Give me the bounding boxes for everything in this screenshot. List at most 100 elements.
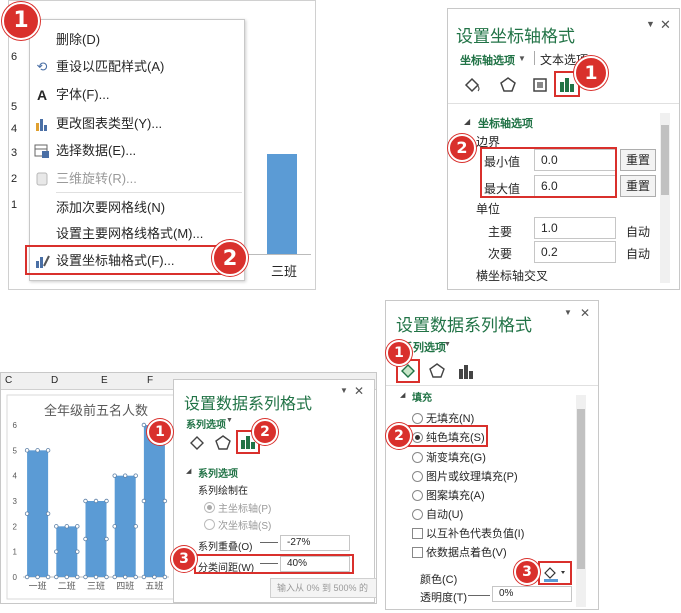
section-series-options[interactable]: 系列选项 [198, 465, 238, 480]
menu-item-delete[interactable]: 删除(D) [56, 28, 100, 52]
close-icon[interactable]: ✕ [354, 384, 364, 398]
no-fill-label: 无填充(N) [426, 413, 475, 425]
tab-series-options-dropdown[interactable]: ▼ [226, 417, 233, 424]
overlap-slider[interactable] [260, 542, 278, 543]
effects-icon[interactable] [428, 362, 446, 383]
selection-handle [24, 511, 30, 516]
minor-label: 次要 [488, 247, 513, 261]
menu-item-add-minor-gridlines[interactable]: 添加次要网格线(N) [56, 196, 165, 220]
pane-title: 设置数据系列格式 [396, 316, 532, 335]
fill-line-icon[interactable] [462, 75, 482, 98]
size-properties-icon[interactable] [530, 75, 550, 98]
primary-axis-label: 主坐标轴(P) [218, 504, 272, 515]
column-header[interactable]: C [5, 375, 12, 386]
auto-fill-radio[interactable] [412, 509, 423, 520]
gradient-fill-radio[interactable] [412, 452, 423, 463]
column-header[interactable]: E [101, 375, 108, 386]
min-reset-button[interactable]: 重置 [620, 149, 656, 171]
step-badge-2: 2 [212, 240, 248, 276]
menu-item-change-chart-type[interactable]: 更改图表类型(Y)... [36, 112, 162, 136]
pane-menu-dropdown[interactable]: ▼ [646, 19, 655, 29]
vary-colors-checkbox[interactable] [412, 547, 423, 558]
section-fill[interactable]: 填充 [412, 389, 432, 404]
pane-menu-dropdown[interactable]: ▼ [340, 386, 348, 395]
tab-axis-options-dropdown[interactable]: ▼ [518, 54, 526, 63]
menu-item-select-data[interactable]: 选择数据(E)... [34, 139, 136, 163]
pane-scrollbar[interactable] [660, 113, 670, 283]
menu-item-format-major-gridlines[interactable]: 设置主要网格线格式(M)... [56, 222, 203, 246]
pane-title: 设置坐标轴格式 [456, 27, 575, 46]
selection-handle [64, 524, 69, 529]
pane-menu-dropdown[interactable]: ▼ [564, 308, 572, 317]
collapse-icon[interactable]: ◢ [400, 391, 405, 399]
invert-negative-label: 以互补色代表负值(I) [426, 528, 525, 540]
selection-handle [141, 422, 147, 428]
pane-divider [448, 103, 679, 104]
pattern-fill-radio[interactable] [412, 490, 423, 501]
color-picker-button[interactable] [542, 564, 568, 582]
selection-handle [45, 574, 51, 580]
collapse-icon[interactable]: ◢ [464, 117, 470, 126]
effects-icon[interactable] [498, 75, 518, 98]
x-tick-label: 二班 [58, 580, 76, 591]
gap-width-tooltip: 输入从 0% 到 500% 的 [270, 578, 376, 598]
y-tick-label: 0 [13, 573, 18, 582]
minor-unit-input[interactable]: 0.2 [534, 241, 616, 263]
max-reset-button[interactable]: 重置 [620, 175, 656, 197]
selection-handle [162, 498, 168, 504]
close-icon[interactable]: ✕ [660, 17, 671, 33]
bar [85, 501, 107, 577]
step-badge-2: 2 [386, 423, 412, 449]
column-header[interactable]: D [51, 375, 58, 386]
column-header[interactable]: F [147, 375, 153, 386]
selection-handle [83, 574, 88, 580]
close-icon[interactable]: ✕ [580, 306, 590, 320]
y-tick-label: 1 [13, 548, 18, 557]
menu-item-font[interactable]: A 字体(F)... [37, 83, 110, 107]
scrollbar-thumb[interactable] [577, 409, 585, 569]
selection-handle [45, 511, 51, 516]
pane-scrollbar[interactable] [576, 395, 586, 607]
selection-handle [54, 524, 59, 529]
y-tick-label: 3 [13, 497, 18, 506]
selection-handle [54, 574, 59, 580]
format-axis-pane: 设置坐标轴格式 ▼ ✕ 坐标轴选项 ▼ 文本选项 ◢ 坐标轴选项 边界 最小值 … [447, 8, 680, 290]
no-fill-radio[interactable] [412, 413, 423, 424]
tab-series-options[interactable]: 系列选项 [186, 416, 226, 431]
scrollbar-thumb[interactable] [661, 125, 669, 195]
chart-axis-line [245, 254, 311, 255]
section-axis-options[interactable]: 坐标轴选项 [478, 115, 533, 131]
rotate-3d-icon [34, 171, 50, 187]
chart-bar [267, 154, 297, 254]
plot-on-label: 系列绘制在 [198, 486, 248, 497]
transparency-input[interactable]: 0% [492, 586, 572, 602]
tab-series-options-dropdown[interactable]: ▼ [444, 341, 451, 348]
major-unit-input[interactable]: 1.0 [534, 217, 616, 239]
menu-item-reset-style[interactable]: ⟲ 重设以匹配样式(A) [37, 55, 165, 79]
cross-axis-label: 横坐标轴交叉 [476, 269, 549, 283]
tab-axis-options[interactable]: 坐标轴选项 [460, 52, 515, 68]
transparency-slider[interactable] [468, 595, 490, 596]
secondary-axis-radio[interactable] [204, 519, 215, 530]
overlap-input[interactable]: -27% [280, 535, 350, 551]
selection-handle [141, 574, 147, 580]
invert-negative-checkbox[interactable] [412, 528, 423, 539]
fill-line-icon[interactable] [188, 434, 206, 455]
picture-fill-label: 图片或纹理填充(P) [426, 471, 518, 483]
gradient-fill-label: 渐变填充(G) [426, 452, 486, 464]
selection-handle [75, 549, 80, 554]
collapse-icon[interactable]: ◢ [186, 467, 191, 475]
bar [27, 450, 49, 577]
selection-handle [54, 549, 59, 554]
x-tick-label: 三班 [87, 580, 105, 591]
pattern-fill-label: 图案填充(A) [426, 490, 485, 502]
picture-fill-radio[interactable] [412, 471, 423, 482]
x-tick-label: 一班 [29, 580, 47, 591]
tab-divider [534, 51, 535, 65]
chart-type-icon [34, 116, 50, 132]
axis-options-icon[interactable] [559, 76, 575, 95]
series-options-icon[interactable] [458, 363, 474, 382]
effects-icon[interactable] [214, 434, 232, 455]
primary-axis-radio[interactable] [204, 502, 215, 513]
step-badge-3: 3 [514, 559, 540, 585]
